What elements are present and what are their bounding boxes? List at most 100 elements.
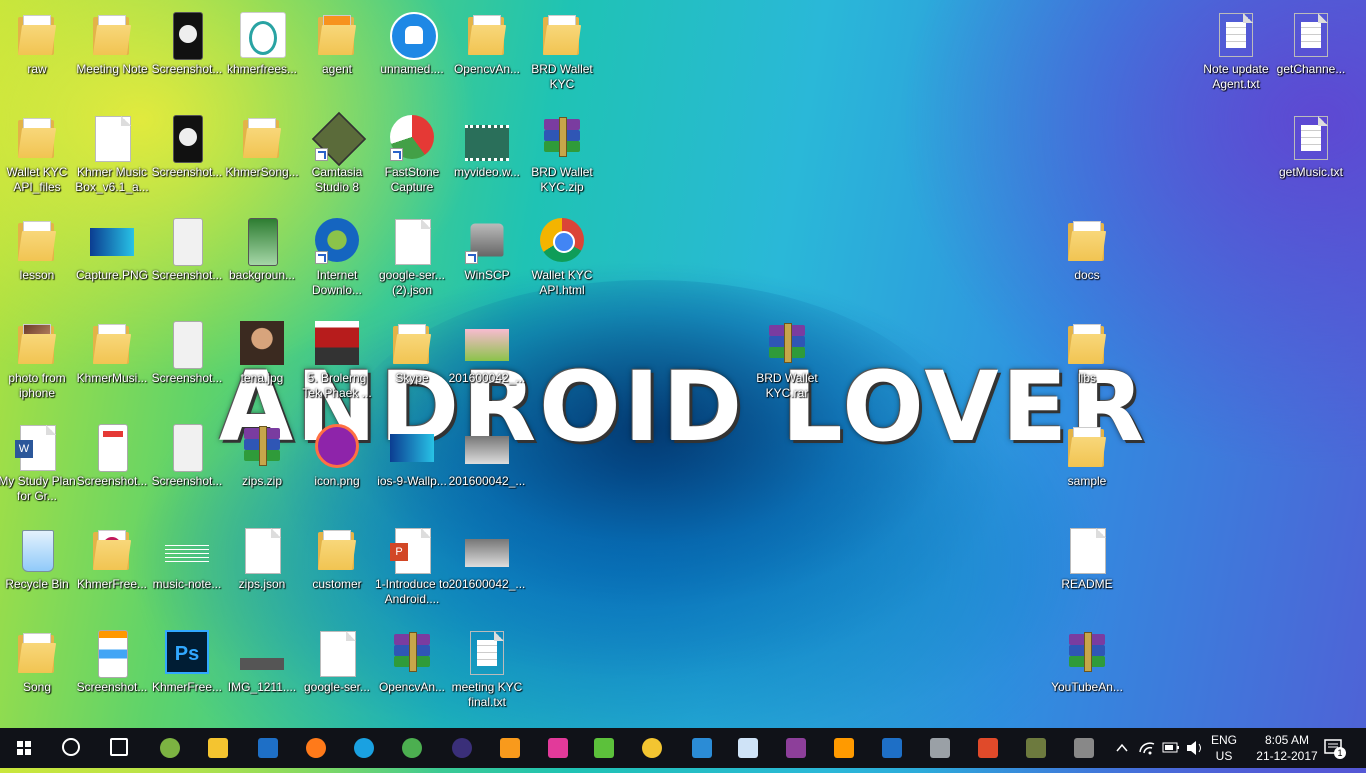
desktop-icon-wallet-kyc-api-html[interactable]: Wallet KYC API.html <box>525 212 599 312</box>
volume-button[interactable] <box>1184 728 1206 768</box>
desktop-icon-wallet-kyc-api-files[interactable]: Wallet KYC API_files <box>0 109 74 209</box>
desktop-icon-label: 1-Introduce to Android.... <box>374 577 450 606</box>
action-center-button[interactable]: 1 <box>1322 728 1346 768</box>
winscp-icon <box>1074 738 1094 758</box>
taskbar-database-button[interactable] <box>920 728 960 768</box>
input-language-button[interactable]: ENG US <box>1206 732 1242 764</box>
taskbar-task-view-button[interactable] <box>100 728 140 768</box>
taskbar-camtasia-button[interactable] <box>1016 728 1056 768</box>
desktop-icon-google-ser[interactable]: google-ser... <box>300 624 374 724</box>
desktop-icon-zips-zip[interactable]: zips.zip <box>225 418 299 518</box>
taskbar-wechat-button[interactable] <box>584 728 624 768</box>
taskbar-android-studio-button[interactable] <box>150 728 190 768</box>
desktop-icon-1-introduce-to-android[interactable]: P 1-Introduce to Android.... <box>375 521 449 621</box>
desktop-icon-my-study-plan-for-gr[interactable]: W My Study Plan for Gr... <box>0 418 76 518</box>
desktop-icon-screenshot[interactable]: Screenshot... <box>150 6 224 106</box>
psd-icon: Ps <box>165 630 209 676</box>
desktop-icon-screenshot[interactable]: Screenshot... <box>75 418 149 518</box>
desktop-icon-khmerfree[interactable]: KhmerFree... <box>75 521 149 621</box>
desktop-icon-myvideo-w[interactable]: myvideo.w... <box>450 109 524 209</box>
desktop-icon-youtubean[interactable]: YouTubeAn... <box>1050 624 1124 724</box>
desktop-icon-khmerfree[interactable]: Ps KhmerFree... <box>150 624 224 724</box>
desktop-icon-icon-png[interactable]: icon.png <box>300 418 374 518</box>
chrome-icon <box>402 738 422 758</box>
desktop-icon-getchanne[interactable]: getChanne... <box>1274 6 1348 106</box>
taskbar-search-button[interactable] <box>52 728 92 768</box>
desktop-icon-meeting-kyc-final-txt[interactable]: meeting KYC final.txt <box>450 624 524 724</box>
folder-icon <box>465 12 509 58</box>
desktop-icon-readme[interactable]: README <box>1050 521 1124 621</box>
show-hidden-icons-button[interactable] <box>1112 728 1132 768</box>
taskbar-crystal-button[interactable] <box>632 728 672 768</box>
desktop-icon-khmersong[interactable]: KhmerSong... <box>225 109 299 209</box>
desktop-icon-backgroun[interactable]: backgroun... <box>225 212 299 312</box>
desktop-icon-skype[interactable]: Skype <box>375 315 449 415</box>
taskbar-skype-button[interactable] <box>344 728 384 768</box>
taskbar-sublime-button[interactable] <box>490 728 530 768</box>
desktop-icon-sample[interactable]: sample <box>1050 418 1124 518</box>
desktop-icon-tena-jpg[interactable]: tena.jpg <box>225 315 299 415</box>
desktop-icon-label: meeting KYC final.txt <box>451 680 523 709</box>
desktop-icon-201600042[interactable]: 201600042_... <box>449 521 525 621</box>
desktop-icon-screenshot[interactable]: Screenshot... <box>75 624 149 724</box>
desktop-icon-faststone-capture[interactable]: FastStone Capture <box>375 109 449 209</box>
taskbar-photoshop-button[interactable] <box>682 728 722 768</box>
desktop-icon-docs[interactable]: docs <box>1050 212 1124 312</box>
taskbar-winrar-w-button[interactable] <box>538 728 578 768</box>
desktop-icon-internet-downlo[interactable]: Internet Downlo... <box>300 212 374 312</box>
desktop-icon-agent[interactable]: agent <box>300 6 374 106</box>
desktop-icon-khmermusi[interactable]: KhmerMusi... <box>75 315 149 415</box>
desktop-icon-camtasia-studio-8[interactable]: Camtasia Studio 8 <box>300 109 374 209</box>
desktop-icon-screenshot[interactable]: Screenshot... <box>150 315 224 415</box>
desktop-icon-brd-wallet-kyc[interactable]: BRD Wallet KYC <box>525 6 599 106</box>
wechat-icon <box>594 738 614 758</box>
start-button[interactable] <box>4 728 44 768</box>
taskbar-onenote-button[interactable] <box>776 728 816 768</box>
desktop-icon-screenshot[interactable]: Screenshot... <box>150 418 224 518</box>
desktop-icon-khmerfrees[interactable]: khmerfrees... <box>225 6 299 106</box>
desktop-icon-201600042[interactable]: 201600042_... <box>449 418 525 518</box>
desktop-icon-song[interactable]: Song <box>0 624 74 724</box>
network-button[interactable] <box>1136 728 1158 768</box>
desktop-icon-khmer-music-box-v6-1-a[interactable]: Khmer Music Box_v6.1_a... <box>75 109 149 209</box>
taskbar-faststone-button[interactable] <box>968 728 1008 768</box>
desktop[interactable]: ANDROID LOVER raw Meeting Note Screenshot.… <box>0 0 1366 740</box>
taskbar-notepad-button[interactable] <box>728 728 768 768</box>
desktop-icon-recycle-bin[interactable]: Recycle Bin <box>0 521 74 621</box>
desktop-icon-music-note[interactable]: music-note... <box>150 521 224 621</box>
desktop-icon-brd-wallet-kyc-rar[interactable]: BRD Wallet KYC.rar <box>750 315 824 415</box>
taskbar-maps-pin-button[interactable] <box>872 728 912 768</box>
desktop-icon-google-ser-2-json[interactable]: google-ser... (2).json <box>375 212 449 312</box>
desktop-icon-5-brolerng-tek-phaek[interactable]: 5. Brolerng Tek Phaek ... <box>300 315 374 415</box>
desktop-icon-ios-9-wallp[interactable]: ios-9-Wallp... <box>375 418 449 518</box>
taskbar-firefox-button[interactable] <box>296 728 336 768</box>
desktop-icon-note-update-agent-txt[interactable]: Note update Agent.txt <box>1199 6 1273 106</box>
desktop-icon-getmusic-txt[interactable]: getMusic.txt <box>1274 109 1348 209</box>
desktop-icon-brd-wallet-kyc-zip[interactable]: BRD Wallet KYC.zip <box>525 109 599 209</box>
desktop-icon-capture-png[interactable]: Capture.PNG <box>75 212 149 312</box>
folder-icon <box>540 12 584 58</box>
taskbar-chrome-button[interactable] <box>392 728 432 768</box>
desktop-icon-photo-from-iphone[interactable]: photo from iphone <box>0 315 74 415</box>
desktop-icon-screenshot[interactable]: Screenshot... <box>150 212 224 312</box>
desktop-icon-unnamed[interactable]: unnamed.... <box>375 6 449 106</box>
taskbar-eclipse-button[interactable] <box>442 728 482 768</box>
desktop-icon-img-1211[interactable]: IMG_1211.... <box>225 624 299 724</box>
clock-button[interactable]: 8:05 AM 21-12-2017 <box>1248 732 1326 764</box>
battery-button[interactable] <box>1160 728 1182 768</box>
desktop-icon-libs[interactable]: libs <box>1050 315 1124 415</box>
taskbar-outlook-button[interactable] <box>248 728 288 768</box>
desktop-icon-opencvan[interactable]: OpencvAn... <box>375 624 449 724</box>
desktop-icon-screenshot[interactable]: Screenshot... <box>150 109 224 209</box>
taskbar-illustrator-button[interactable] <box>824 728 864 768</box>
desktop-icon-zips-json[interactable]: zips.json <box>225 521 299 621</box>
desktop-icon-raw[interactable]: raw <box>0 6 74 106</box>
taskbar-file-explorer-button[interactable] <box>198 728 238 768</box>
desktop-icon-meeting-note[interactable]: Meeting Note <box>75 6 149 106</box>
desktop-icon-customer[interactable]: customer <box>300 521 374 621</box>
desktop-icon-201600042[interactable]: 201600042_... <box>449 315 525 415</box>
desktop-icon-winscp[interactable]: WinSCP <box>450 212 524 312</box>
desktop-icon-opencvan[interactable]: OpencvAn... <box>450 6 524 106</box>
taskbar-winscp-button[interactable] <box>1064 728 1104 768</box>
desktop-icon-lesson[interactable]: lesson <box>0 212 74 312</box>
